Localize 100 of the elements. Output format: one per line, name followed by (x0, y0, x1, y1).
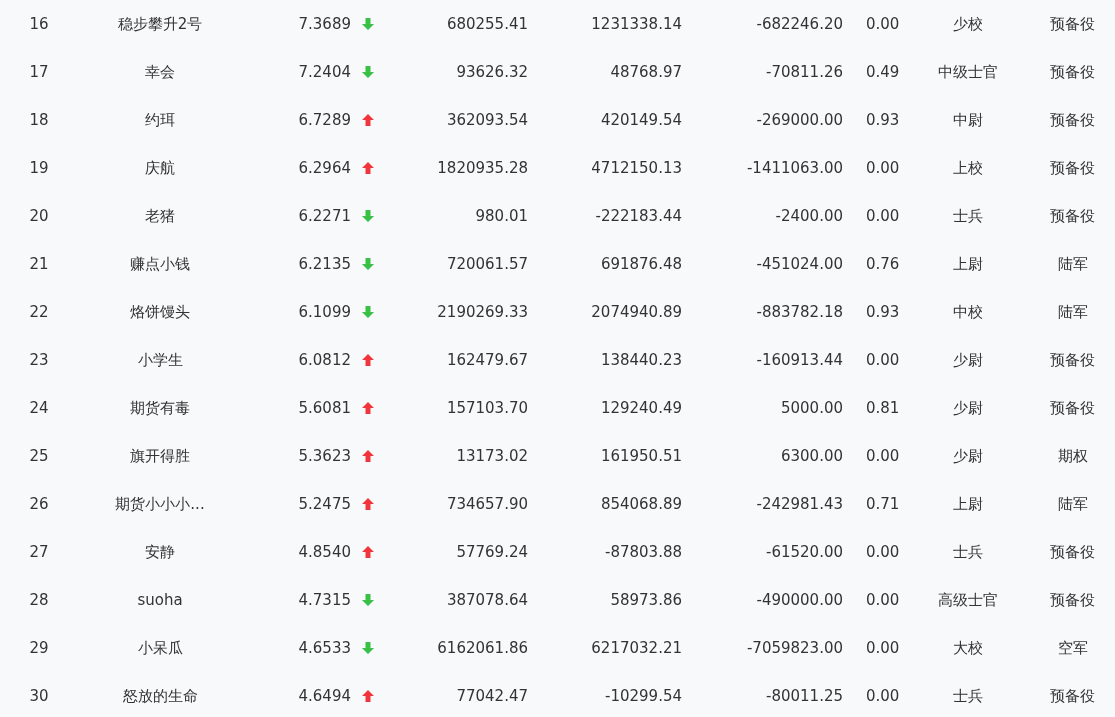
table-cell: 162479.67 (446, 351, 528, 369)
rank-title: 中尉 (953, 110, 983, 130)
group-name: 预备役 (1050, 590, 1095, 610)
score-value: 6.2271 (298, 207, 351, 225)
rank-title: 士兵 (953, 686, 983, 706)
user-name: 老猪 (145, 206, 175, 226)
table-cell: -7059823.00 (746, 639, 843, 657)
rank-title: 中级士官 (938, 62, 998, 82)
user-name: 赚点小钱 (130, 254, 190, 274)
rank-number: 20 (29, 207, 49, 225)
rank-number: 28 (29, 591, 49, 609)
rank-number: 17 (29, 63, 49, 81)
table-cell: 0.00 (866, 639, 900, 657)
table-cell: -10299.54 (605, 687, 682, 705)
table-cell: 734657.90 (446, 495, 528, 513)
score-value: 4.7315 (298, 591, 351, 609)
table-cell: 0.81 (866, 399, 900, 417)
table-cell: 0.00 (866, 447, 900, 465)
rank-number: 19 (29, 159, 49, 177)
score-value: 4.6533 (298, 639, 351, 657)
group-name: 空军 (1057, 638, 1088, 658)
score-value: 6.2135 (298, 255, 351, 273)
table-cell: 0.00 (866, 159, 900, 177)
rank-number: 24 (29, 399, 49, 417)
rank-title: 士兵 (953, 542, 983, 562)
table-cell: 0.00 (866, 15, 900, 33)
table-cell: 0.93 (866, 111, 900, 129)
table-cell: 48768.97 (610, 63, 682, 81)
score-value: 4.6494 (298, 687, 351, 705)
table-cell: -80011.25 (766, 687, 843, 705)
user-name: 幸会 (145, 62, 175, 82)
group-name: 期权 (1057, 446, 1088, 466)
score-value: 7.2404 (298, 63, 351, 81)
table-cell: 691876.48 (600, 255, 682, 273)
table-cell: 980.01 (475, 207, 528, 225)
table-cell: 6162061.86 (437, 639, 528, 657)
table-cell: 6217032.21 (591, 639, 682, 657)
table-cell: -451024.00 (756, 255, 843, 273)
rank-title: 大校 (953, 638, 983, 658)
table-cell: -70811.26 (766, 63, 843, 81)
rank-number: 18 (29, 111, 49, 129)
group-name: 陆军 (1057, 254, 1088, 274)
group-name: 预备役 (1050, 398, 1095, 418)
table-cell: -242981.43 (756, 495, 843, 513)
table-cell: 2074940.89 (591, 303, 682, 321)
rank-title: 高级士官 (938, 590, 998, 610)
rank-title: 上校 (953, 158, 983, 178)
table-cell: 0.76 (866, 255, 900, 273)
table-cell: 0.00 (866, 351, 900, 369)
group-name: 预备役 (1050, 206, 1095, 226)
table-cell: 0.71 (866, 495, 900, 513)
table-cell: 77042.47 (456, 687, 528, 705)
rank-title: 士兵 (953, 206, 983, 226)
rank-title: 少尉 (953, 350, 983, 370)
table-cell: 2190269.33 (437, 303, 528, 321)
score-value: 5.2475 (298, 495, 351, 513)
group-name: 预备役 (1050, 14, 1095, 34)
user-name: 小呆瓜 (137, 638, 183, 658)
rank-number: 23 (29, 351, 49, 369)
table-cell: 57769.24 (456, 543, 528, 561)
table-cell: -87803.88 (605, 543, 682, 561)
table-cell: 0.93 (866, 303, 900, 321)
table-cell: 129240.49 (600, 399, 682, 417)
group-name: 预备役 (1050, 110, 1095, 130)
user-name: 稳步攀升2号 (117, 14, 203, 34)
score-value: 5.6081 (298, 399, 351, 417)
score-value: 4.8540 (298, 543, 351, 561)
table-cell: 1820935.28 (437, 159, 528, 177)
table-cell: -490000.00 (756, 591, 843, 609)
rank-number: 27 (29, 543, 49, 561)
user-name: 期货有毒 (130, 398, 190, 418)
user-name: 期货小小小... (115, 494, 205, 514)
rank-number: 30 (29, 687, 49, 705)
user-name: 约珥 (145, 110, 175, 130)
table-cell: 138440.23 (600, 351, 682, 369)
rank-title: 中校 (953, 302, 983, 322)
table-cell: -1411063.00 (746, 159, 843, 177)
table-cell: 680255.41 (446, 15, 528, 33)
table-cell: 93626.32 (456, 63, 528, 81)
table-cell: 4712150.13 (591, 159, 682, 177)
group-name: 预备役 (1050, 158, 1095, 178)
group-name: 陆军 (1057, 494, 1088, 514)
table-cell: 6300.00 (780, 447, 843, 465)
table-cell: 0.00 (866, 591, 900, 609)
table-cell: 420149.54 (600, 111, 682, 129)
table-cell: -682246.20 (756, 15, 843, 33)
table-cell: 13173.02 (456, 447, 528, 465)
group-name: 预备役 (1050, 542, 1095, 562)
rank-number: 16 (29, 15, 49, 33)
table-cell: -222183.44 (595, 207, 682, 225)
group-name: 陆军 (1057, 302, 1088, 322)
group-name: 预备役 (1050, 686, 1095, 706)
table-cell: -883782.18 (756, 303, 843, 321)
rank-title: 少校 (953, 14, 983, 34)
table-cell: -2400.00 (775, 207, 843, 225)
table-cell: 0.00 (866, 687, 900, 705)
user-name: 烙饼馒头 (130, 302, 190, 322)
score-value: 6.7289 (298, 111, 351, 129)
user-name: suoha (137, 591, 183, 609)
rank-title: 少尉 (953, 398, 983, 418)
